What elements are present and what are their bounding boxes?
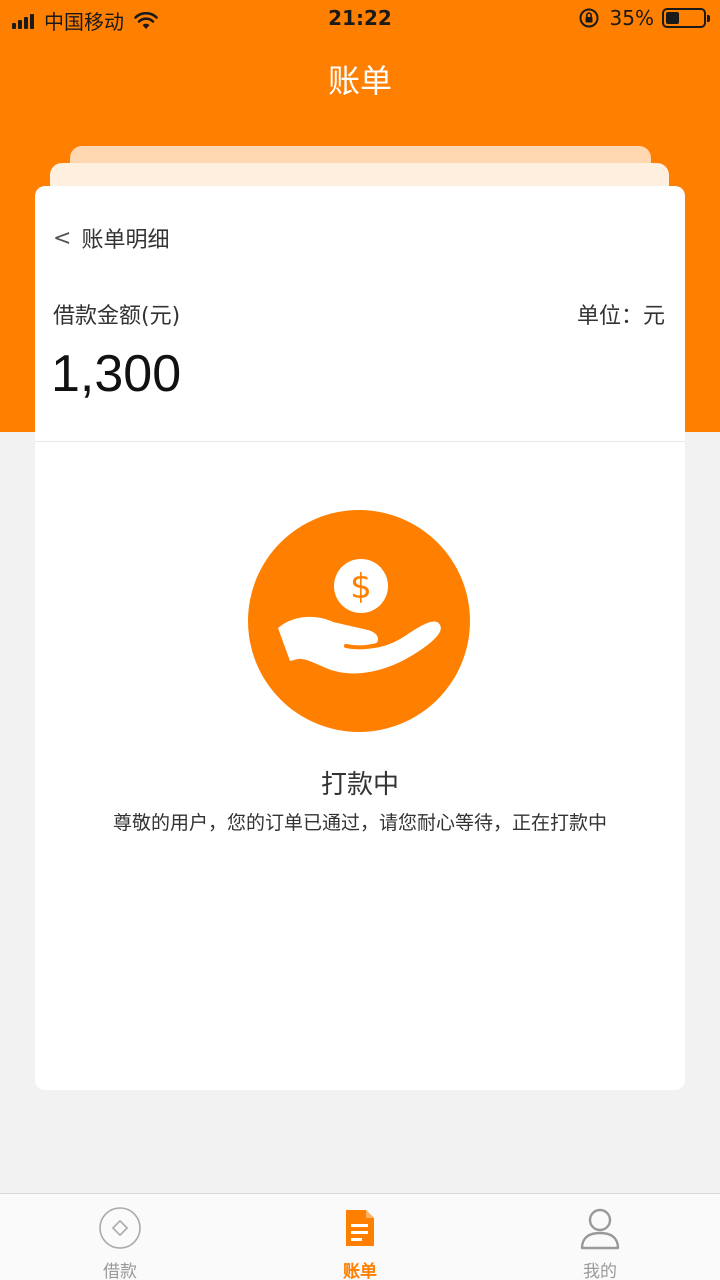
rotation-lock-icon [579, 8, 599, 28]
svg-text:$: $ [350, 567, 372, 607]
page-title: 账单 [327, 62, 392, 100]
battery-icon [662, 8, 710, 28]
status-bar: 中国移动 21:22 35% [0, 0, 720, 38]
status-title: 打款中 [320, 770, 399, 800]
hand-coin-icon: $ [248, 510, 470, 732]
tab-loan[interactable]: 借款 [0, 1194, 240, 1280]
document-icon [346, 1210, 374, 1246]
amount-label: 借款金额(元) [53, 304, 181, 329]
battery-percent: 35% [609, 6, 654, 30]
tab-bill[interactable]: 账单 [240, 1194, 480, 1280]
tab-loan-label: 借款 [103, 1262, 137, 1280]
tab-mine-label: 我的 [583, 1262, 617, 1280]
battery-fill [666, 12, 679, 24]
bill-detail-card: < 账单明细 借款金额(元) 单位：元 1,300 $ 打款中 尊敬的用户，您的… [35, 186, 685, 1090]
status-right: 35% [578, 6, 710, 30]
diamond-circle-icon [99, 1207, 141, 1249]
user-icon [580, 1208, 620, 1250]
tab-mine[interactable]: 我的 [480, 1194, 720, 1280]
unit-label: 单位：元 [576, 304, 665, 329]
chevron-left-icon: < [53, 225, 72, 251]
status-description: 尊敬的用户，您的订单已通过，请您耐心等待，正在打款中 [112, 812, 607, 834]
back-button[interactable]: < 账单明细 [53, 222, 169, 254]
back-label: 账单明细 [81, 228, 170, 253]
tab-bill-label: 账单 [343, 1262, 377, 1280]
tab-bar: 借款 账单 我的 [0, 1193, 720, 1280]
divider [35, 441, 685, 442]
amount-value: 1,300 [51, 345, 182, 403]
